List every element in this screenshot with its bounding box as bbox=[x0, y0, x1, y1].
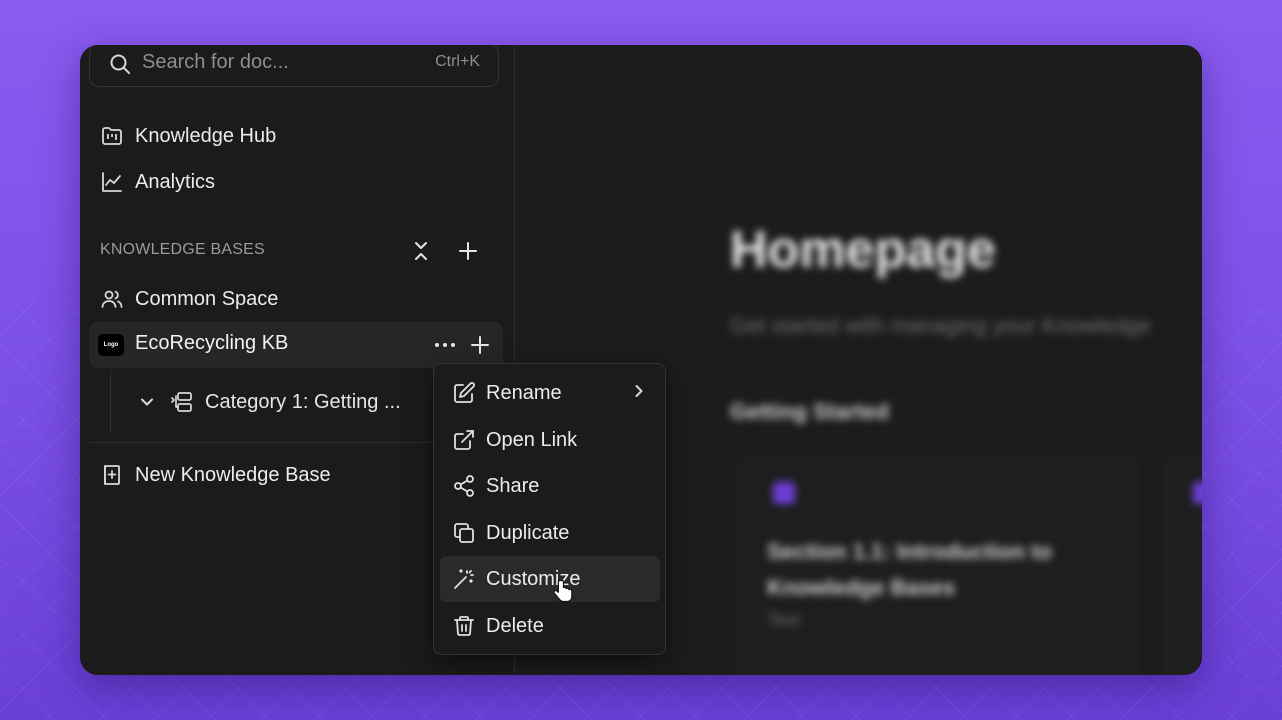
page-title: Homepage bbox=[730, 221, 996, 279]
nav-label: Knowledge Hub bbox=[135, 124, 277, 147]
kb-logo: Logo bbox=[98, 334, 124, 356]
section-heading-knowledge-bases: KNOWLEDGE BASES bbox=[100, 241, 265, 258]
chevron-right-icon bbox=[630, 382, 648, 400]
kb-more-button[interactable] bbox=[433, 333, 457, 357]
folder-kanban-icon bbox=[100, 124, 124, 148]
plus-icon bbox=[470, 335, 490, 355]
card-title: Section 1.1: Introduction to bbox=[767, 539, 1052, 564]
menu-item-duplicate[interactable]: Duplicate bbox=[440, 510, 660, 556]
menu-label: Duplicate bbox=[486, 521, 570, 544]
menu-item-customize[interactable]: Customize bbox=[440, 556, 660, 602]
external-link-icon bbox=[452, 428, 476, 452]
kb-label: Common Space bbox=[135, 287, 279, 310]
more-horizontal-icon bbox=[434, 342, 456, 348]
tree-line bbox=[110, 370, 111, 432]
share-icon bbox=[452, 474, 476, 498]
trash-icon bbox=[452, 614, 476, 638]
kb-item-common-space[interactable]: Common Space bbox=[100, 284, 278, 314]
nav-label: Analytics bbox=[135, 170, 216, 193]
menu-item-delete[interactable]: Delete bbox=[440, 603, 660, 649]
menu-label: Open Link bbox=[486, 428, 578, 451]
collapse-all-button[interactable] bbox=[409, 239, 433, 263]
book-plus-icon bbox=[100, 463, 124, 487]
doc-card[interactable] bbox=[740, 457, 1137, 675]
menu-item-share[interactable]: Share bbox=[440, 463, 660, 509]
page-subtitle: Get started with managing your Knowledge bbox=[730, 313, 1151, 338]
chevron-down-icon[interactable] bbox=[138, 393, 156, 411]
nav-item-knowledge-hub[interactable]: Knowledge Hub bbox=[100, 121, 276, 151]
category-label: Category 1: Getting ... bbox=[205, 390, 401, 413]
kb-label: EcoRecycling KB bbox=[135, 332, 289, 354]
section-title: Getting Started bbox=[730, 399, 889, 424]
users-icon bbox=[100, 287, 124, 311]
card-meta: Text bbox=[767, 610, 801, 630]
menu-item-rename[interactable]: Rename bbox=[440, 370, 660, 416]
search-box[interactable]: Search for doc... Ctrl+K bbox=[89, 45, 499, 87]
menu-item-open-link[interactable]: Open Link bbox=[440, 417, 660, 463]
magic-wand-icon bbox=[452, 567, 476, 591]
context-menu: Rename Open Link Share Duplicate Customi… bbox=[433, 363, 666, 655]
kb-add-button[interactable] bbox=[468, 333, 492, 357]
menu-label: Rename bbox=[486, 381, 562, 404]
menu-label: Share bbox=[486, 474, 540, 497]
new-kb-label: New Knowledge Base bbox=[135, 463, 331, 486]
copy-icon bbox=[452, 521, 476, 545]
plus-icon bbox=[458, 241, 478, 261]
new-knowledge-base-button[interactable]: New Knowledge Base bbox=[100, 460, 331, 490]
card-title-line2: Knowledge Bases bbox=[767, 575, 956, 600]
doc-icon bbox=[773, 482, 795, 504]
category-tree-icon bbox=[170, 390, 194, 414]
add-knowledge-base-button[interactable] bbox=[456, 239, 480, 263]
pencil-square-icon bbox=[452, 381, 476, 405]
nav-item-analytics[interactable]: Analytics bbox=[100, 167, 215, 197]
collapse-icon bbox=[411, 240, 431, 262]
search-icon bbox=[108, 52, 132, 76]
divider bbox=[89, 442, 434, 443]
doc-icon bbox=[1193, 482, 1202, 504]
search-shortcut: Ctrl+K bbox=[435, 53, 480, 70]
pointer-cursor-icon bbox=[554, 579, 574, 605]
line-chart-icon bbox=[100, 170, 124, 194]
menu-label: Delete bbox=[486, 614, 544, 637]
category-item[interactable]: Category 1: Getting ... bbox=[138, 387, 401, 417]
search-input[interactable]: Search for doc... bbox=[142, 51, 289, 74]
app-window: Search for doc... Ctrl+K Knowledge Hub A… bbox=[80, 45, 1202, 675]
